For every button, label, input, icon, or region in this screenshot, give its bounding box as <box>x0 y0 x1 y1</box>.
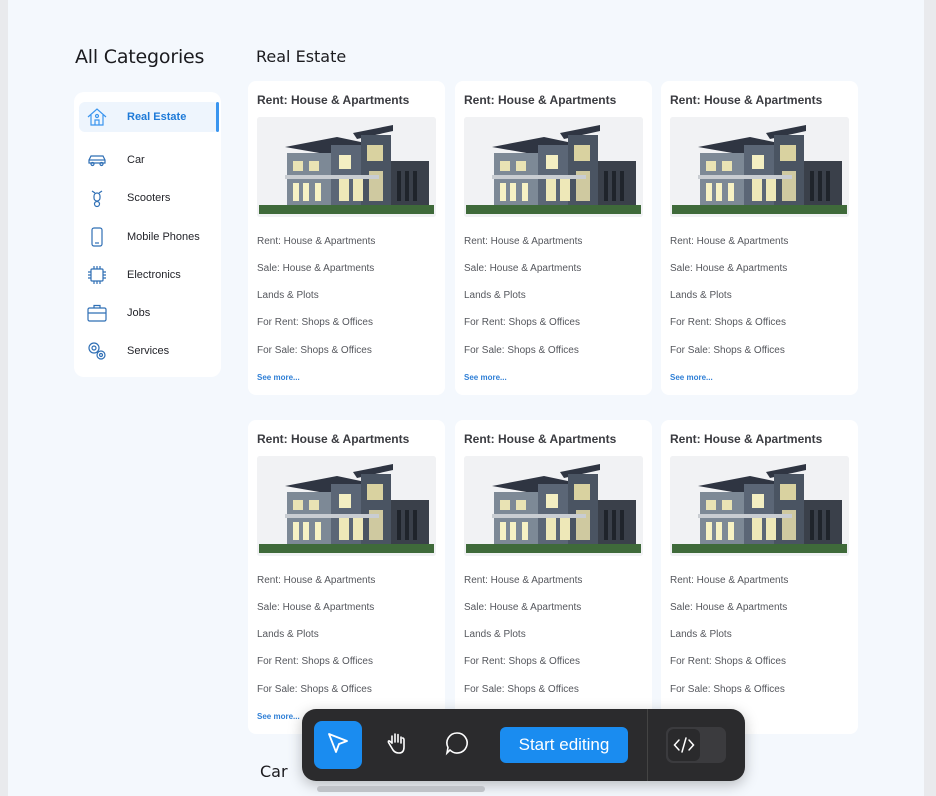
card-link[interactable]: Lands & Plots <box>464 629 526 640</box>
card-link[interactable]: For Rent: Shops & Offices <box>464 656 580 667</box>
house-image[interactable] <box>670 117 849 217</box>
house-image[interactable] <box>464 117 643 217</box>
card-link[interactable]: Rent: House & Apartments <box>464 575 582 586</box>
select-tool-button[interactable] <box>314 721 362 769</box>
select-pointer-icon <box>325 730 351 761</box>
card-link[interactable]: Rent: House & Apartments <box>257 236 375 247</box>
code-icon <box>668 729 700 761</box>
card-link[interactable]: For Sale: Shops & Offices <box>257 345 372 356</box>
sidebar-item-car[interactable]: Car <box>79 145 219 175</box>
category-card: Rent: House & Apartments Rent: House & Ap… <box>455 420 652 734</box>
card-link[interactable]: For Sale: Shops & Offices <box>670 684 785 695</box>
card-link[interactable]: For Rent: Shops & Offices <box>670 656 786 667</box>
house-image[interactable] <box>257 456 436 556</box>
sidebar-item-label: Car <box>127 154 145 166</box>
mobile-phone-icon <box>86 226 108 248</box>
sidebar-item-services[interactable]: Services <box>79 336 219 366</box>
editor-toolbar: Start editing <box>302 709 745 781</box>
sidebar-item-label: Mobile Phones <box>127 231 200 243</box>
card-link[interactable]: For Sale: Shops & Offices <box>257 684 372 695</box>
house-image[interactable] <box>257 117 436 217</box>
card-link[interactable]: Sale: House & Apartments <box>257 602 374 613</box>
horizontal-scrollbar[interactable] <box>317 786 485 792</box>
card-link[interactable]: For Rent: Shops & Offices <box>257 656 373 667</box>
sidebar-item-label: Real Estate <box>127 111 187 123</box>
section-title-car: Car <box>260 762 288 781</box>
see-more-link[interactable]: See more... <box>257 373 300 382</box>
sidebar-item-label: Scooters <box>127 192 171 204</box>
card-link[interactable]: For Rent: Shops & Offices <box>670 317 786 328</box>
card-link[interactable]: For Rent: Shops & Offices <box>464 317 580 328</box>
card-link[interactable]: For Sale: Shops & Offices <box>464 684 579 695</box>
briefcase-icon <box>86 302 108 324</box>
category-card: Rent: House & Apartments Rent: House & Ap… <box>661 420 858 734</box>
start-editing-button[interactable]: Start editing <box>500 727 628 763</box>
sidebar-item-scooters[interactable]: Scooters <box>79 183 219 213</box>
card-link[interactable]: Rent: House & Apartments <box>670 575 788 586</box>
card-title[interactable]: Rent: House & Apartments <box>257 93 409 107</box>
card-link[interactable]: Sale: House & Apartments <box>257 263 374 274</box>
category-card: Rent: House & Apartments Rent: House & Ap… <box>248 420 445 734</box>
see-more-link[interactable]: See more... <box>670 373 713 382</box>
section-title-real-estate: Real Estate <box>256 47 347 66</box>
sidebar-item-mobile-phones[interactable]: Mobile Phones <box>79 222 219 252</box>
card-link[interactable]: Sale: House & Apartments <box>464 602 581 613</box>
sidebar-item-label: Services <box>127 345 170 357</box>
sidebar-item-label: Electronics <box>127 269 181 281</box>
card-title[interactable]: Rent: House & Apartments <box>464 93 616 107</box>
page-content: All Categories Real Estate Car Scooters … <box>8 0 924 796</box>
card-link[interactable]: Sale: House & Apartments <box>464 263 581 274</box>
category-card: Rent: House & Apartments Rent: House & Ap… <box>455 81 652 395</box>
sidebar-item-electronics[interactable]: Electronics <box>79 260 219 290</box>
code-view-toggle[interactable] <box>666 727 726 763</box>
hand-pan-icon <box>384 730 410 761</box>
card-title[interactable]: Rent: House & Apartments <box>670 93 822 107</box>
toolbar-divider <box>647 709 648 781</box>
category-sidebar: Real Estate Car Scooters Mobile Phones E… <box>74 92 221 377</box>
house-image[interactable] <box>670 456 849 556</box>
see-more-link[interactable]: See more... <box>257 712 300 721</box>
category-card: Rent: House & Apartments Rent: House & Ap… <box>661 81 858 395</box>
comment-bubble-icon <box>444 730 470 761</box>
see-more-link[interactable]: See more... <box>464 373 507 382</box>
card-title[interactable]: Rent: House & Apartments <box>257 432 409 446</box>
sidebar-item-label: Jobs <box>127 307 151 319</box>
card-title[interactable]: Rent: House & Apartments <box>464 432 616 446</box>
car-icon <box>86 149 108 171</box>
card-title[interactable]: Rent: House & Apartments <box>670 432 822 446</box>
sidebar-item-real-estate[interactable]: Real Estate <box>79 102 219 132</box>
card-link[interactable]: For Rent: Shops & Offices <box>257 317 373 328</box>
gears-icon <box>86 340 108 362</box>
card-link[interactable]: Sale: House & Apartments <box>670 263 787 274</box>
sidebar-title: All Categories <box>75 46 205 68</box>
card-link[interactable]: Lands & Plots <box>257 290 319 301</box>
card-link[interactable]: Rent: House & Apartments <box>464 236 582 247</box>
card-link[interactable]: Rent: House & Apartments <box>670 236 788 247</box>
card-link[interactable]: Lands & Plots <box>464 290 526 301</box>
sidebar-item-jobs[interactable]: Jobs <box>79 298 219 328</box>
hand-tool-button[interactable] <box>373 721 421 769</box>
category-card: Rent: House & Apartments Rent: House & Ap… <box>248 81 445 395</box>
scooter-icon <box>86 187 108 209</box>
chip-icon <box>86 264 108 286</box>
card-link[interactable]: Lands & Plots <box>670 290 732 301</box>
card-link[interactable]: For Sale: Shops & Offices <box>670 345 785 356</box>
house-image[interactable] <box>464 456 643 556</box>
card-link[interactable]: Lands & Plots <box>257 629 319 640</box>
card-link[interactable]: Lands & Plots <box>670 629 732 640</box>
comment-tool-button[interactable] <box>433 721 481 769</box>
card-link[interactable]: For Sale: Shops & Offices <box>464 345 579 356</box>
card-link[interactable]: Sale: House & Apartments <box>670 602 787 613</box>
house-icon <box>86 106 108 128</box>
card-link[interactable]: Rent: House & Apartments <box>257 575 375 586</box>
